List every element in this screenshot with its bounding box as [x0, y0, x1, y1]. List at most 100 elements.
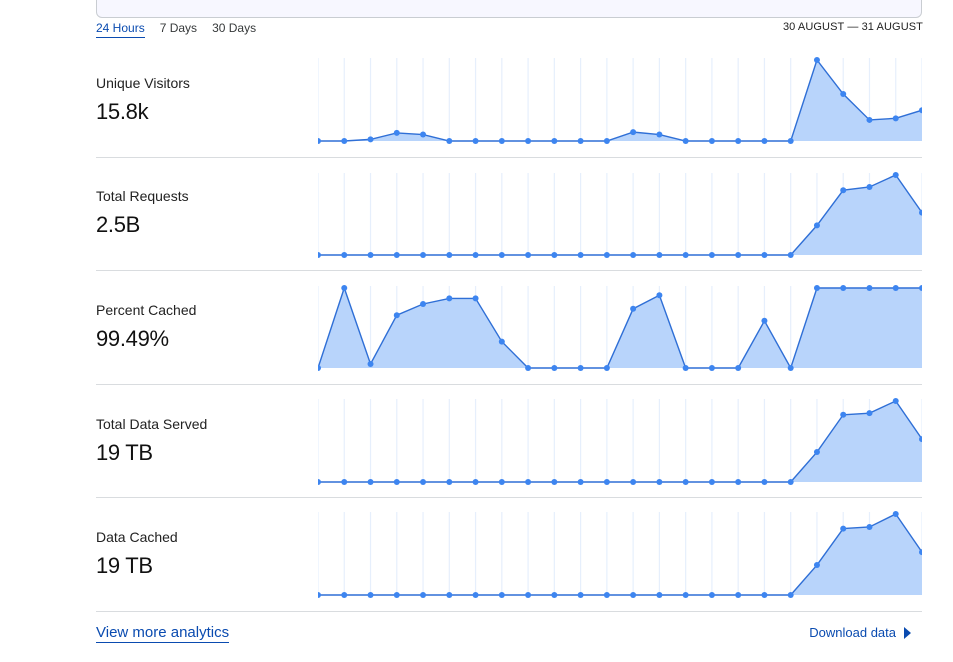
data-point[interactable] — [708, 138, 715, 144]
data-point[interactable] — [525, 479, 532, 485]
data-point[interactable] — [682, 138, 689, 144]
data-point[interactable] — [525, 138, 532, 144]
data-point[interactable] — [813, 222, 820, 229]
data-point[interactable] — [735, 138, 742, 144]
data-point[interactable] — [630, 252, 637, 258]
data-point[interactable] — [472, 138, 479, 144]
data-point[interactable] — [656, 131, 663, 138]
data-point[interactable] — [420, 301, 427, 307]
data-point[interactable] — [498, 479, 505, 485]
download-data-button[interactable]: Download data — [809, 625, 911, 640]
data-point[interactable] — [577, 365, 584, 371]
data-point[interactable] — [630, 305, 637, 312]
data-point[interactable] — [761, 479, 768, 485]
data-point[interactable] — [682, 365, 689, 371]
data-point[interactable] — [866, 116, 873, 123]
data-point[interactable] — [318, 138, 321, 144]
data-point[interactable] — [866, 184, 873, 190]
data-point[interactable] — [393, 479, 400, 485]
view-more-analytics-link[interactable]: View more analytics — [96, 624, 230, 643]
data-point[interactable] — [603, 252, 610, 258]
data-point[interactable] — [472, 252, 479, 258]
data-point[interactable] — [813, 57, 820, 63]
data-point[interactable] — [318, 479, 321, 485]
data-point[interactable] — [498, 138, 505, 144]
data-point[interactable] — [341, 252, 348, 258]
data-point[interactable] — [577, 138, 584, 144]
data-point[interactable] — [393, 312, 400, 319]
data-point[interactable] — [630, 479, 637, 485]
data-point[interactable] — [787, 138, 794, 144]
data-point[interactable] — [420, 131, 427, 138]
data-point[interactable] — [840, 411, 847, 418]
data-point[interactable] — [318, 592, 321, 598]
data-point[interactable] — [367, 252, 374, 258]
data-point[interactable] — [393, 129, 400, 136]
data-point[interactable] — [603, 365, 610, 371]
data-point[interactable] — [787, 252, 794, 258]
data-point[interactable] — [577, 252, 584, 258]
data-point[interactable] — [472, 592, 479, 598]
data-point[interactable] — [761, 138, 768, 144]
data-point[interactable] — [656, 252, 663, 258]
data-point[interactable] — [446, 592, 453, 598]
tab-30-days[interactable]: 30 Days — [212, 21, 256, 38]
data-point[interactable] — [341, 479, 348, 485]
data-point[interactable] — [498, 592, 505, 598]
data-point[interactable] — [682, 592, 689, 598]
data-point[interactable] — [656, 592, 663, 598]
data-point[interactable] — [551, 252, 558, 258]
data-point[interactable] — [318, 252, 321, 258]
data-point[interactable] — [341, 592, 348, 598]
data-point[interactable] — [341, 138, 348, 144]
data-point[interactable] — [735, 479, 742, 485]
data-point[interactable] — [551, 592, 558, 598]
data-point[interactable] — [446, 138, 453, 144]
data-point[interactable] — [630, 592, 637, 598]
data-point[interactable] — [420, 592, 427, 598]
data-point[interactable] — [761, 592, 768, 598]
data-point[interactable] — [708, 252, 715, 258]
data-point[interactable] — [656, 479, 663, 485]
data-point[interactable] — [682, 252, 689, 258]
data-point[interactable] — [866, 523, 873, 530]
data-point[interactable] — [813, 285, 820, 291]
data-point[interactable] — [498, 252, 505, 258]
data-point[interactable] — [708, 592, 715, 598]
data-point[interactable] — [892, 511, 899, 517]
data-point[interactable] — [367, 136, 374, 143]
data-point[interactable] — [551, 138, 558, 144]
data-point[interactable] — [367, 479, 374, 485]
tab-7-days[interactable]: 7 Days — [160, 21, 197, 38]
data-point[interactable] — [735, 252, 742, 258]
data-point[interactable] — [525, 252, 532, 258]
data-point[interactable] — [787, 479, 794, 485]
tab-24-hours[interactable]: 24 Hours — [96, 21, 145, 38]
data-point[interactable] — [551, 479, 558, 485]
data-point[interactable] — [577, 592, 584, 598]
data-point[interactable] — [840, 525, 847, 532]
data-point[interactable] — [577, 479, 584, 485]
data-point[interactable] — [367, 361, 374, 367]
data-point[interactable] — [682, 479, 689, 485]
data-point[interactable] — [472, 295, 479, 302]
data-point[interactable] — [630, 129, 637, 136]
data-point[interactable] — [603, 479, 610, 485]
data-point[interactable] — [367, 592, 374, 598]
data-point[interactable] — [525, 365, 532, 371]
data-point[interactable] — [708, 479, 715, 485]
data-point[interactable] — [525, 592, 532, 598]
data-point[interactable] — [393, 592, 400, 598]
data-point[interactable] — [813, 449, 820, 456]
data-point[interactable] — [656, 292, 663, 299]
data-point[interactable] — [892, 115, 899, 122]
data-point[interactable] — [420, 479, 427, 485]
data-point[interactable] — [735, 365, 742, 371]
data-point[interactable] — [787, 365, 794, 371]
data-point[interactable] — [498, 338, 505, 345]
data-point[interactable] — [840, 285, 847, 291]
data-point[interactable] — [420, 252, 427, 258]
data-point[interactable] — [866, 285, 873, 291]
data-point[interactable] — [787, 592, 794, 598]
data-point[interactable] — [840, 187, 847, 194]
